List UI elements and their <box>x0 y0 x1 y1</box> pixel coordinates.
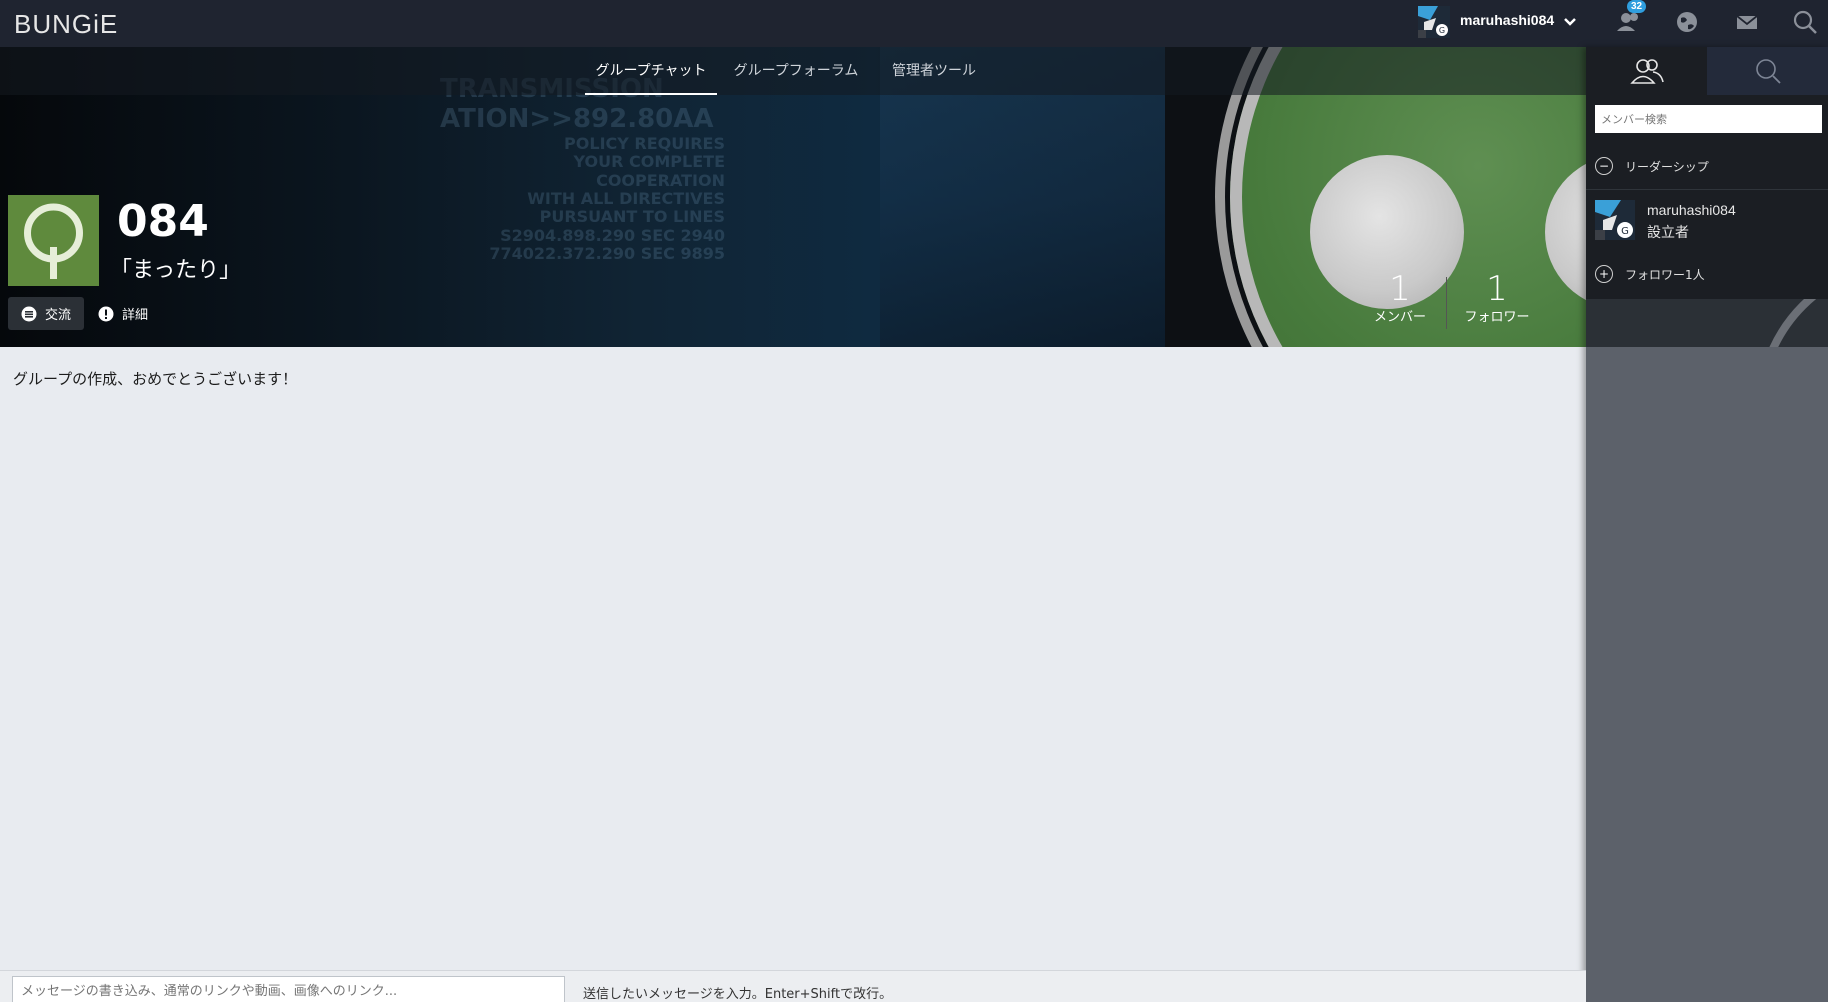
follower-label: フォロワー <box>1464 310 1530 325</box>
notification-badge: 32 <box>1627 0 1647 13</box>
member-stat[interactable]: 1 メンバー <box>1370 272 1430 325</box>
plus-icon: + <box>1595 265 1613 283</box>
detail-button-label: 詳細 <box>122 308 149 323</box>
terminal-line: PURSUANT TO LINES <box>539 207 725 227</box>
follower-stat[interactable]: 1 フォロワー <box>1462 272 1532 325</box>
chat-bubble-icon <box>21 306 37 321</box>
message-input[interactable] <box>12 976 565 1002</box>
chevron-down-icon[interactable] <box>1562 14 1578 30</box>
followers-label: フォロワー1人 <box>1625 267 1705 282</box>
followers-section[interactable]: + フォロワー1人 <box>1595 265 1705 283</box>
svg-text:G: G <box>1439 26 1445 35</box>
member-role: 設立者 <box>1647 225 1689 241</box>
group-name: 084 <box>117 196 209 247</box>
top-navigation-bar: BUNGiE G maruhashi084 32 <box>0 0 1828 47</box>
group-tab-bar: グループチャット グループフォーラム 管理者ツール <box>0 47 1586 95</box>
search-icon[interactable] <box>1790 7 1820 37</box>
member-avatar[interactable]: G <box>1595 200 1635 240</box>
group-emblem <box>8 195 99 286</box>
stat-divider <box>1446 277 1447 329</box>
leadership-label: リーダーシップ <box>1625 159 1709 174</box>
group-motto: 「まったり」 <box>110 258 242 283</box>
terminal-line: S2904.898.290 SEC 2940 <box>500 225 725 245</box>
minus-icon: − <box>1595 157 1613 175</box>
member-search-input[interactable] <box>1595 105 1822 133</box>
username-label[interactable]: maruhashi084 <box>1460 12 1554 28</box>
banner-terminal-text: TRANSMISSION ATION>>892.80AA POLICY REQU… <box>440 74 725 264</box>
mail-icon[interactable] <box>1732 7 1762 37</box>
members-icon <box>1629 59 1664 84</box>
svg-text:G: G <box>1621 226 1629 237</box>
sidebar-arc <box>1756 299 1828 347</box>
composer-hint: 送信したいメッセージを入力。Enter+Shiftで改行。 <box>583 987 893 1002</box>
terminal-line: WITH ALL DIRECTIVES <box>527 188 725 208</box>
globe-icon[interactable] <box>1672 7 1702 37</box>
member-count: 1 <box>1389 269 1411 309</box>
member-name[interactable]: maruhashi084 <box>1647 202 1736 218</box>
detail-button[interactable]: 詳細 <box>98 297 148 330</box>
bungie-logo[interactable]: BUNGiE <box>14 9 118 40</box>
sidebar-tab-members[interactable] <box>1586 47 1707 95</box>
welcome-message: グループの作成、おめでとうございます！ <box>13 370 298 388</box>
sidebar-banner-strip <box>1586 299 1828 347</box>
terminal-line: POLICY REQUIRES <box>564 133 725 153</box>
sidebar-divider <box>1586 189 1828 190</box>
tab-admin-tools[interactable]: 管理者ツール <box>888 47 980 95</box>
user-avatar[interactable]: G <box>1418 6 1450 38</box>
terminal-line: YOUR COMPLETE COOPERATION <box>573 152 725 190</box>
exchange-button[interactable]: 交流 <box>8 297 84 330</box>
member-sidebar: − リーダーシップ G maruhashi084 設立者 + フォロワー1人 <box>1586 47 1828 1002</box>
tab-group-forum[interactable]: グループフォーラム <box>733 47 859 95</box>
terminal-line: ATION>>892.80AA <box>440 103 714 134</box>
follower-count: 1 <box>1486 269 1508 309</box>
member-label: メンバー <box>1373 310 1426 325</box>
exchange-button-label: 交流 <box>45 308 72 323</box>
leadership-section[interactable]: − リーダーシップ <box>1595 157 1709 175</box>
search-icon <box>1755 59 1781 84</box>
tab-group-chat[interactable]: グループチャット <box>585 47 717 95</box>
info-alert-icon <box>98 306 114 321</box>
sidebar-tab-search[interactable] <box>1707 47 1828 95</box>
terminal-line: 774022.372.290 SEC 9895 <box>489 244 725 264</box>
